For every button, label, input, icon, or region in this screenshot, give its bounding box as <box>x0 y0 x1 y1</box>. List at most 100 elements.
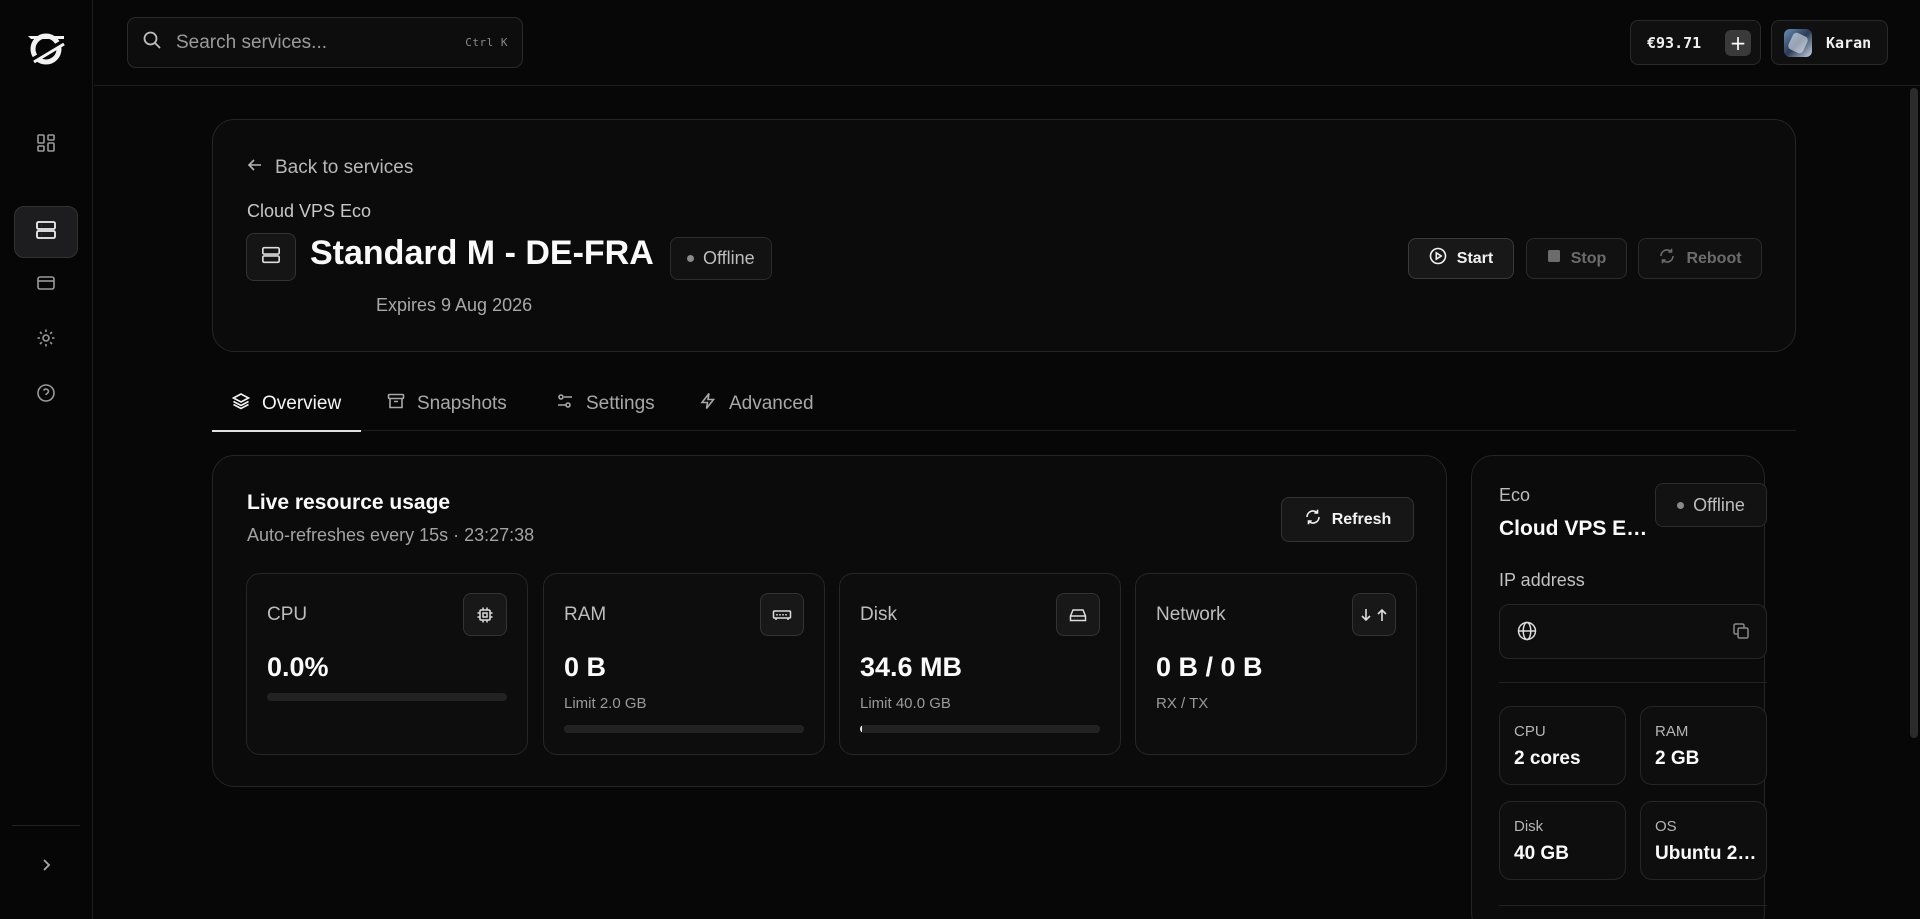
metric-card-ram: RAM 0 B Limit 2.0 GB <box>543 573 825 755</box>
spec-label: Disk <box>1514 818 1544 835</box>
status-label: Offline <box>1693 494 1745 515</box>
metric-name: RAM <box>564 604 607 625</box>
server-icon <box>261 245 281 270</box>
disk-usage-bar <box>860 725 1100 733</box>
sidebar-item-settings[interactable] <box>14 314 78 366</box>
metric-name: CPU <box>267 604 308 625</box>
status-label: Offline <box>703 248 755 268</box>
stop-button[interactable]: Stop <box>1526 238 1627 279</box>
stop-label: Stop <box>1570 249 1607 267</box>
spec-value: 2 GB <box>1655 748 1700 769</box>
play-circle-icon <box>1429 247 1447 270</box>
search-icon <box>142 30 162 55</box>
dashboard-icon <box>36 133 56 158</box>
cpu-chip-icon <box>463 593 507 636</box>
tab-snapshots[interactable]: Snapshots <box>387 377 507 431</box>
ip-address-field <box>1499 604 1767 659</box>
tab-settings-label: Settings <box>586 393 655 414</box>
brand-logo[interactable] <box>24 30 68 68</box>
back-label: Back to services <box>275 157 414 178</box>
ip-address-label: IP address <box>1499 570 1585 590</box>
metric-card-disk: Disk 34.6 MB Limit 40.0 GB <box>839 573 1121 755</box>
user-menu-button[interactable]: Karan <box>1771 20 1888 65</box>
metric-card-network: Network 0 B / 0 B RX / TX <box>1135 573 1417 755</box>
status-badge: Offline <box>670 237 772 280</box>
search-shortcut-hint: Ctrl K <box>465 36 508 49</box>
memory-icon <box>760 593 804 636</box>
tab-overview-label: Overview <box>262 393 342 414</box>
account-balance[interactable]: €93.71 + <box>1630 20 1761 65</box>
stop-square-icon <box>1547 249 1561 268</box>
app-root: Search services... Ctrl K €93.71 + Karan… <box>0 0 1920 919</box>
sidebar <box>0 0 93 919</box>
globe-icon <box>1516 620 1538 647</box>
sidebar-item-billing[interactable] <box>14 259 78 311</box>
spec-ram: RAM 2 GB <box>1640 706 1767 785</box>
refresh-icon <box>1304 508 1322 531</box>
tab-advanced[interactable]: Advanced <box>699 377 814 431</box>
spec-label: RAM <box>1655 723 1689 740</box>
metric-value: 34.6 MB <box>860 652 963 682</box>
metric-value: 0 B <box>564 652 607 682</box>
hard-drive-icon <box>1056 593 1100 636</box>
server-icon <box>35 219 57 246</box>
status-dot <box>687 255 694 262</box>
metric-value: 0 B / 0 B <box>1156 652 1263 682</box>
help-circle-icon <box>36 383 56 408</box>
service-name: Cloud VPS Eco <box>1499 517 1649 540</box>
refresh-label: Refresh <box>1331 510 1392 528</box>
spec-label: CPU <box>1514 723 1546 740</box>
sidebar-item-help[interactable] <box>14 369 78 421</box>
start-button[interactable]: Start <box>1408 238 1514 279</box>
add-funds-button[interactable]: + <box>1725 30 1751 56</box>
spec-value: 2 cores <box>1514 748 1581 769</box>
metric-name: Network <box>1156 604 1226 625</box>
metric-sub: RX / TX <box>1156 695 1209 712</box>
tab-settings[interactable]: Settings <box>556 377 655 431</box>
metric-card-cpu: CPU 0.0% <box>246 573 528 755</box>
resource-usage-subtitle: Auto-refreshes every 15s · 23:27:38 <box>247 525 535 545</box>
status-dot <box>1677 501 1685 509</box>
archive-icon <box>387 392 405 416</box>
topbar: Search services... Ctrl K €93.71 + Karan <box>94 0 1920 86</box>
sidebar-expand-button[interactable] <box>28 852 64 882</box>
copy-icon[interactable] <box>1732 622 1750 645</box>
disk-usage-fill <box>860 725 863 733</box>
layers-icon <box>231 392 251 416</box>
refresh-button[interactable]: Refresh <box>1281 497 1414 542</box>
status-badge: Offline <box>1655 483 1767 527</box>
metric-name: Disk <box>860 604 897 625</box>
reboot-button[interactable]: Reboot <box>1638 238 1762 279</box>
page-title: Standard M - DE-FRA <box>310 234 654 272</box>
search-input[interactable]: Search services... Ctrl K <box>127 17 523 68</box>
resource-usage-card: Live resource usage Auto-refreshes every… <box>212 455 1447 787</box>
resource-usage-title: Live resource usage <box>247 491 451 514</box>
metric-value: 0.0% <box>267 652 329 682</box>
spec-label: OS <box>1655 818 1677 835</box>
sidebar-item-services[interactable] <box>14 206 78 258</box>
metric-limit: Limit 40.0 GB <box>860 695 951 712</box>
sidebar-item-dashboard[interactable] <box>14 119 78 171</box>
sliders-icon <box>556 392 574 416</box>
tab-advanced-label: Advanced <box>729 393 814 414</box>
page-scrollbar[interactable] <box>1910 88 1918 738</box>
service-details-card: Eco Cloud VPS Eco Offline IP address CPU… <box>1471 455 1767 919</box>
sidebar-divider <box>12 825 80 826</box>
spec-disk: Disk 40 GB <box>1499 801 1626 880</box>
billing-card-icon <box>36 273 56 298</box>
service-category: Eco <box>1499 485 1531 505</box>
spec-value: Ubuntu 24.04 <box>1655 843 1759 864</box>
back-to-services-link[interactable]: Back to services <box>247 157 413 179</box>
tab-overview[interactable]: Overview <box>212 377 362 432</box>
service-icon <box>246 233 296 281</box>
details-divider <box>1499 682 1767 683</box>
reboot-label: Reboot <box>1686 249 1742 267</box>
arrow-left-icon <box>247 157 263 179</box>
product-type: Cloud VPS Eco <box>247 201 372 221</box>
service-header-card: Back to services Cloud VPS Eco Standard … <box>212 119 1796 352</box>
rotate-icon <box>1658 247 1676 270</box>
avatar <box>1784 28 1812 57</box>
metric-limit: Limit 2.0 GB <box>564 695 647 712</box>
details-divider <box>1499 905 1767 906</box>
user-name: Karan <box>1826 33 1872 52</box>
